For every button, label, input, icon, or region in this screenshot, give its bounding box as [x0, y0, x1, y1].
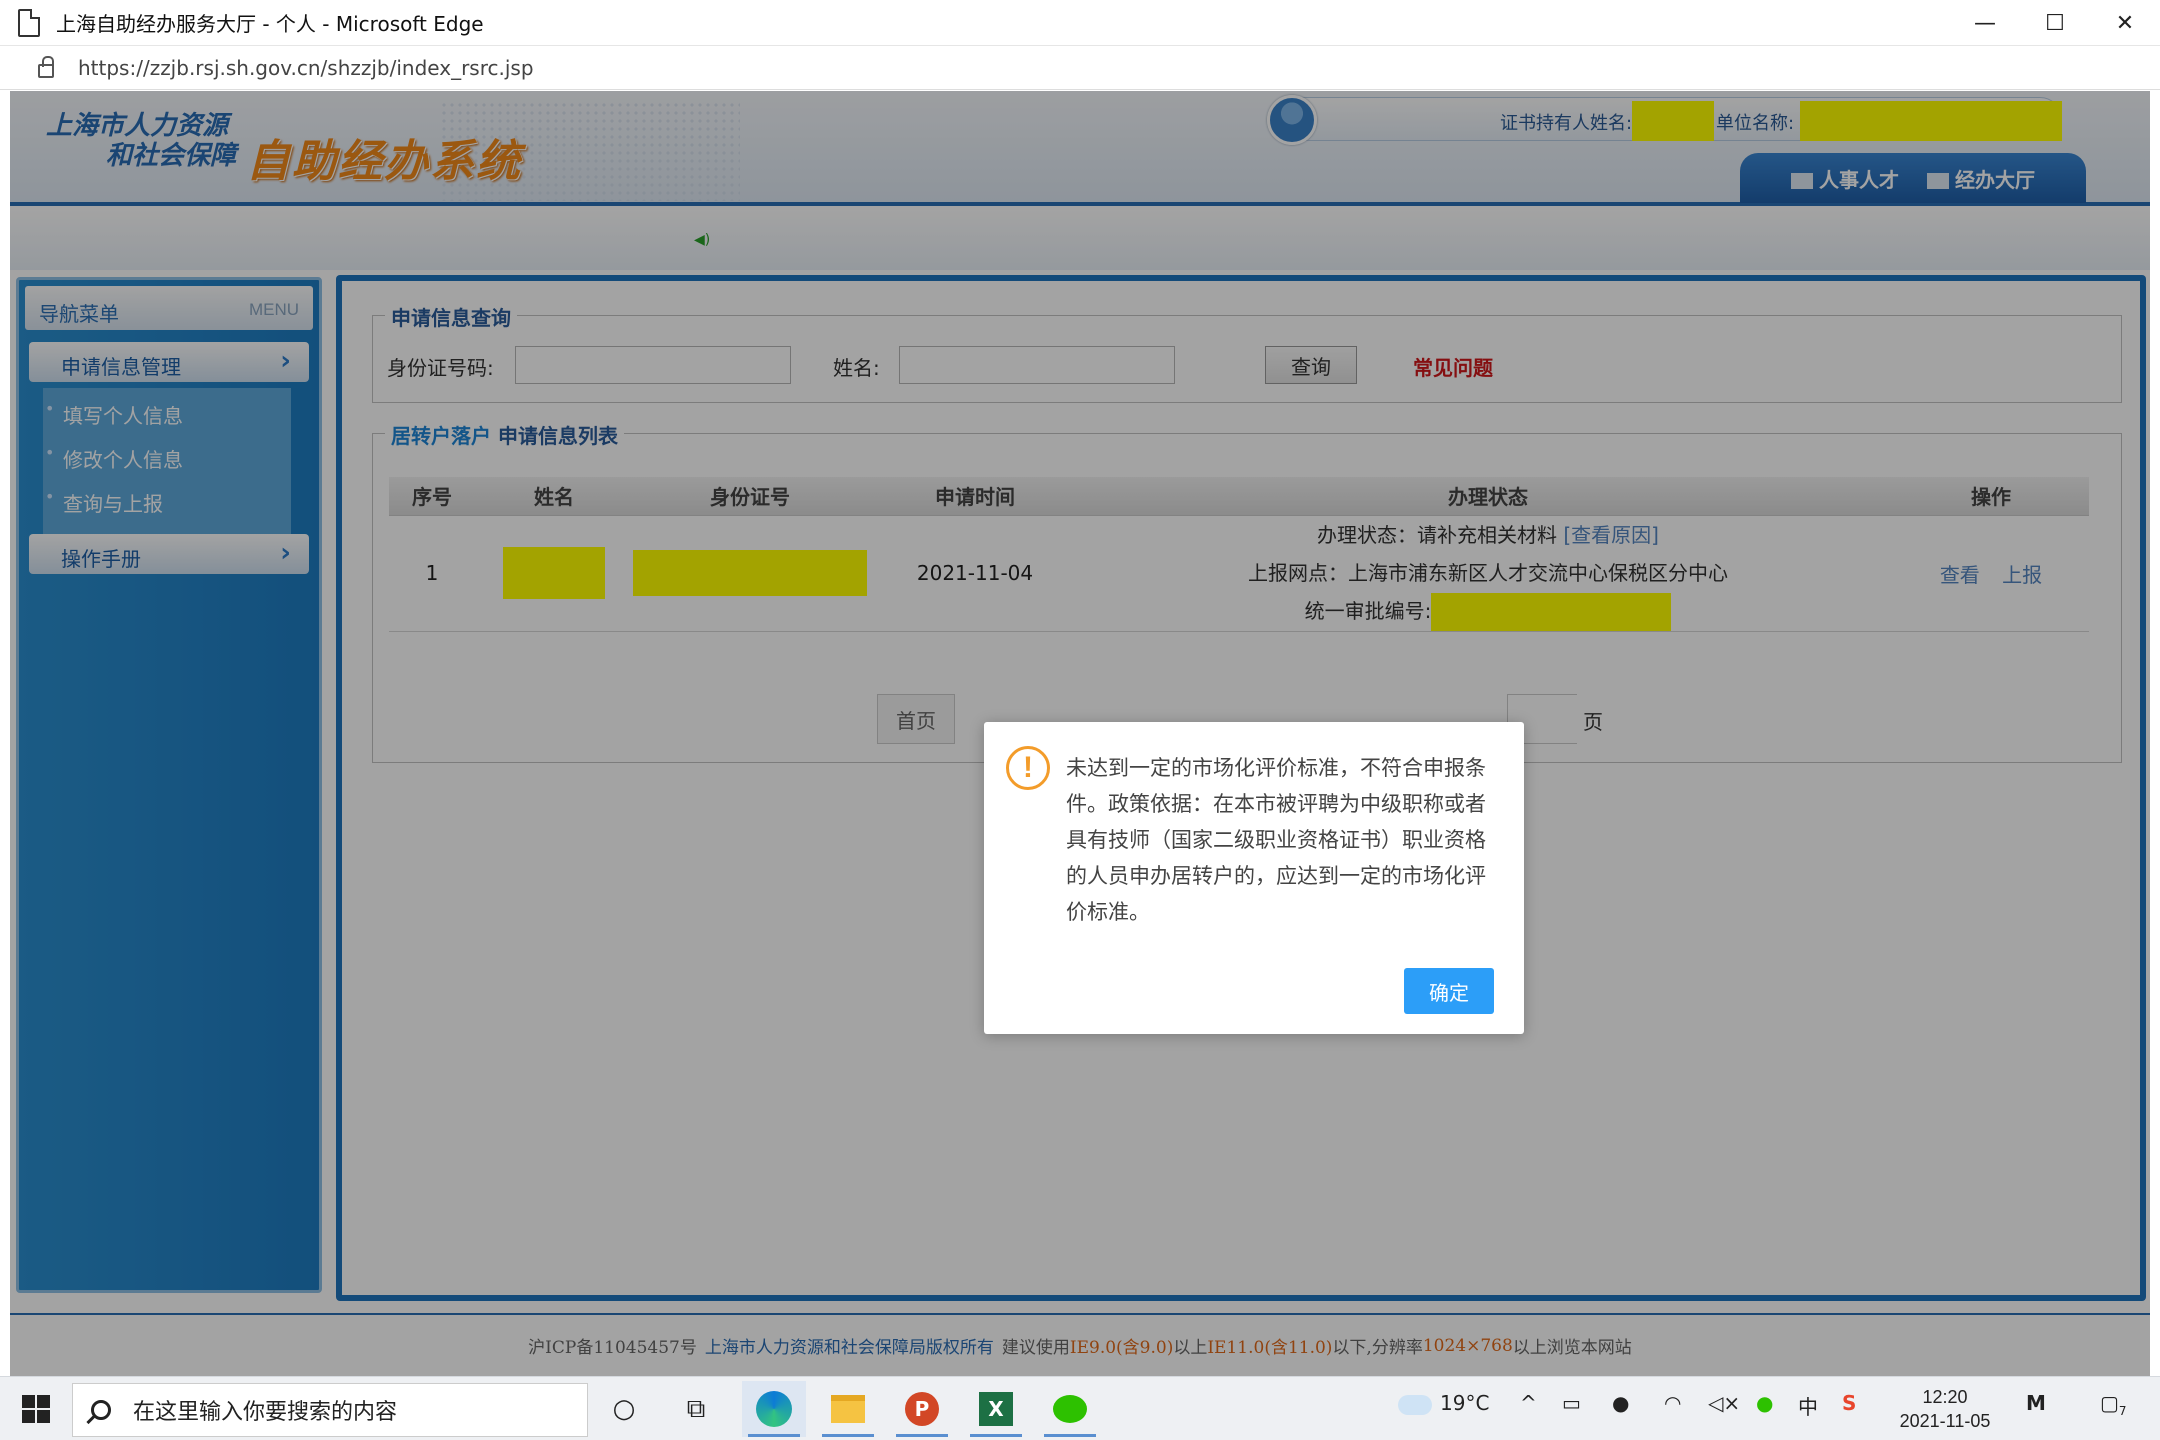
- address-bar[interactable]: https://zzjb.rsj.sh.gov.cn/shzzjb/index_…: [0, 46, 2160, 90]
- web-page: 上海市人力资源 和社会保障 自助经办系统 证书持有人姓名: 单位名称: 人事人才…: [10, 91, 2150, 1376]
- powerpoint-icon: P: [905, 1392, 939, 1426]
- folder-icon: [831, 1395, 865, 1423]
- excel-app-icon[interactable]: X: [964, 1381, 1028, 1437]
- edge-app-icon[interactable]: [742, 1381, 806, 1437]
- page-icon: [18, 8, 40, 37]
- close-button[interactable]: ✕: [2090, 0, 2160, 46]
- alert-dialog: ! 未达到一定的市场化评价标准，不符合申报条件。政策依据：在本市被评聘为中级职称…: [984, 722, 1524, 1034]
- weather-icon: [1398, 1395, 1432, 1415]
- notification-count: 7: [2118, 1404, 2127, 1418]
- ime-indicator[interactable]: 中: [1798, 1391, 1818, 1420]
- cortana-icon[interactable]: ○: [602, 1387, 646, 1431]
- file-explorer-app-icon[interactable]: [816, 1381, 880, 1437]
- notification-center-icon[interactable]: ▢7: [2100, 1391, 2127, 1418]
- wechat-icon: [1053, 1395, 1087, 1423]
- windows-taskbar: 在这里输入你要搜索的内容 ○ ⧉ P X 19°C ^ ▭ ● ◠ ◁× ● 中…: [0, 1376, 2160, 1440]
- dialog-message: 未达到一定的市场化评价标准，不符合申报条件。政策依据：在本市被评聘为中级职称或者…: [1066, 756, 1486, 924]
- url-text[interactable]: https://zzjb.rsj.sh.gov.cn/shzzjb/index_…: [78, 56, 534, 80]
- excel-icon: X: [979, 1392, 1013, 1426]
- powerpoint-app-icon[interactable]: P: [890, 1381, 954, 1437]
- wifi-icon[interactable]: ◠: [1664, 1391, 1681, 1415]
- search-icon: [91, 1400, 111, 1420]
- lock-icon: [38, 55, 54, 78]
- window-title: 上海自助经办服务大厅 - 个人 - Microsoft Edge: [56, 12, 484, 36]
- sogou-ime-icon[interactable]: S: [1842, 1391, 1856, 1415]
- task-view-icon[interactable]: ⧉: [674, 1387, 718, 1431]
- edge-icon: [756, 1391, 792, 1427]
- browser-titlebar: 上海自助经办服务大厅 - 个人 - Microsoft Edge — ☐ ✕: [0, 0, 2160, 46]
- minimize-button[interactable]: —: [1950, 0, 2020, 46]
- warning-icon: !: [1006, 746, 1050, 790]
- volume-muted-icon[interactable]: ◁×: [1708, 1391, 1740, 1415]
- maximize-button[interactable]: ☐: [2020, 0, 2090, 46]
- battery-icon[interactable]: ▭: [1562, 1391, 1581, 1415]
- clock-date: 2021-11-05: [1899, 1411, 1991, 1431]
- taskbar-clock[interactable]: 12:20 2021-11-05: [1880, 1385, 2010, 1433]
- search-placeholder: 在这里输入你要搜索的内容: [133, 1400, 398, 1425]
- qq-icon[interactable]: ●: [1612, 1391, 1629, 1415]
- taskbar-search-box[interactable]: 在这里输入你要搜索的内容: [72, 1383, 588, 1437]
- windows-start-icon[interactable]: [22, 1395, 50, 1423]
- wechat-tray-icon[interactable]: ●: [1756, 1391, 1773, 1415]
- clock-time: 12:20: [1922, 1387, 1968, 1407]
- wechat-app-icon[interactable]: [1038, 1381, 1102, 1437]
- weather-temp[interactable]: 19°C: [1440, 1391, 1489, 1415]
- tray-expand-icon[interactable]: ^: [1520, 1391, 1537, 1415]
- ok-button[interactable]: 确定: [1404, 968, 1494, 1014]
- notification-app-icon[interactable]: M: [2026, 1391, 2046, 1415]
